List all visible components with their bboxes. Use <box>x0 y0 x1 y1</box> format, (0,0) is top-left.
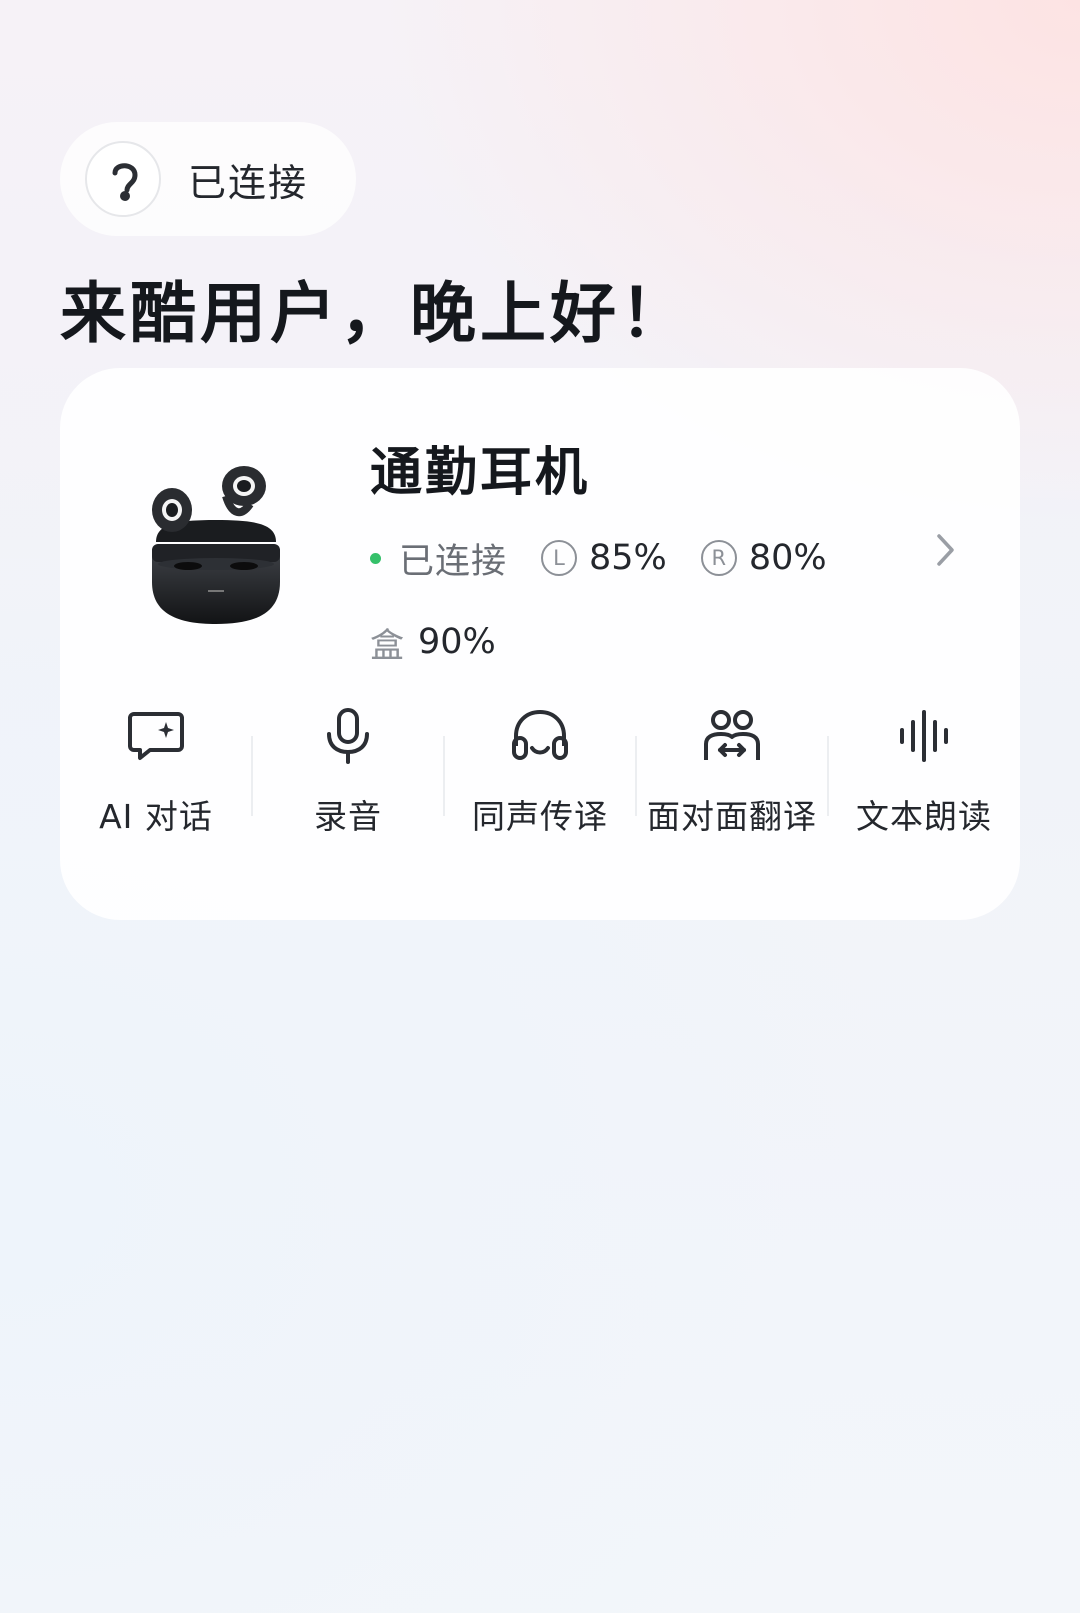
case-battery-value: 90% <box>418 622 496 662</box>
device-connection-status: 已连接 <box>399 541 508 582</box>
feature-simultaneous-interpretation[interactable]: 同声传译 <box>444 706 636 856</box>
feature-label: 面对面翻译 <box>647 797 817 836</box>
case-label: 盒 <box>370 625 404 666</box>
device-card[interactable]: 通勤耳机 已连接 L 85% R 80% 盒 90% AI 对话 录音 同声传译… <box>60 368 1020 920</box>
right-battery: R 80% <box>700 538 827 578</box>
connection-status-label: 已连接 <box>188 161 309 205</box>
feature-divider <box>635 736 637 816</box>
left-battery-value: 85% <box>589 538 667 578</box>
headphones-icon <box>512 709 568 760</box>
feature-label: AI 对话 <box>99 797 213 836</box>
device-name: 通勤耳机 <box>370 443 591 503</box>
left-battery: L 85% <box>541 538 667 578</box>
microphone-icon <box>327 708 369 764</box>
greeting-title: 来酷用户，晚上好！ <box>60 275 690 352</box>
feature-label: 文本朗读 <box>856 797 992 836</box>
feature-bar: AI 对话 录音 同声传译 面对面翻译 文本朗读 <box>60 706 1020 856</box>
right-earbud-icon: R <box>700 540 737 576</box>
feature-ai-chat[interactable]: AI 对话 <box>60 706 252 856</box>
feature-text-to-speech[interactable]: 文本朗读 <box>828 706 1020 856</box>
case-battery: 盒 90% <box>370 618 496 666</box>
feature-divider <box>443 736 445 816</box>
feature-recording[interactable]: 录音 <box>252 706 444 856</box>
connected-dot-icon <box>370 552 381 564</box>
earphone-icon <box>85 141 161 217</box>
feature-divider <box>827 736 829 816</box>
chevron-right-icon[interactable] <box>930 530 960 570</box>
feature-divider <box>251 736 253 816</box>
feature-label: 同声传译 <box>472 797 608 836</box>
connection-status-pill[interactable]: 已连接 <box>60 122 356 236</box>
right-battery-value: 80% <box>748 538 827 578</box>
left-earbud-icon: L <box>541 540 578 576</box>
two-people-icon <box>704 710 760 760</box>
feature-label: 录音 <box>314 797 382 836</box>
earbuds-case-image <box>152 466 280 624</box>
device-status-row: 已连接 L 85% R 80% <box>370 534 827 582</box>
chat-sparkle-icon <box>128 712 184 760</box>
feature-face-to-face-translation[interactable]: 面对面翻译 <box>636 706 828 856</box>
sound-wave-icon <box>900 710 948 762</box>
